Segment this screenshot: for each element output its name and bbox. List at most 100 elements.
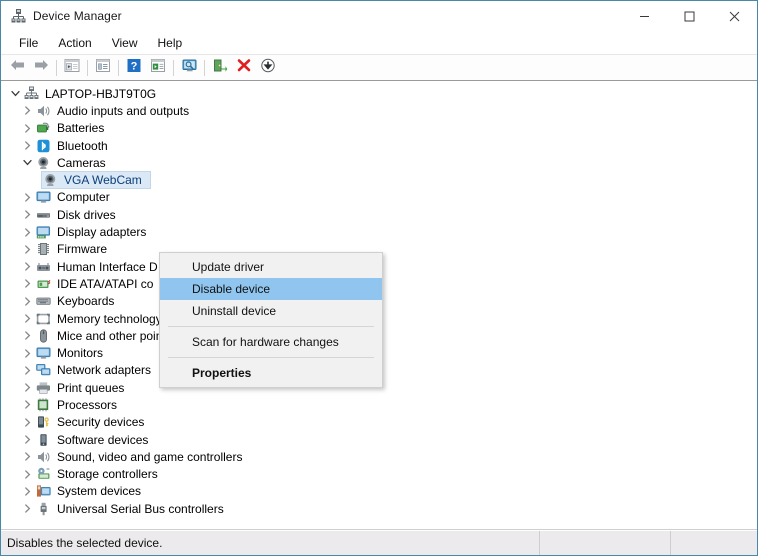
tree-root-item[interactable]: LAPTOP-HBJT9T0G: [7, 85, 757, 102]
disk-drive-icon: [35, 207, 52, 223]
minimize-button[interactable]: [622, 1, 667, 31]
tree-item-label: Bluetooth: [57, 138, 108, 153]
chevron-right-icon[interactable]: [19, 348, 35, 358]
console-tree-icon: [64, 58, 80, 78]
forward-button[interactable]: [29, 57, 53, 79]
ctx-properties[interactable]: Properties: [160, 362, 382, 384]
chevron-right-icon[interactable]: [19, 331, 35, 340]
chevron-right-icon[interactable]: [19, 279, 35, 289]
down-arrow-circle-icon: [260, 58, 276, 78]
close-button[interactable]: [712, 1, 757, 31]
window-controls: [622, 1, 757, 31]
chevron-right-icon[interactable]: [19, 504, 35, 513]
tree-item-label: Sound, video and game controllers: [57, 449, 243, 464]
context-menu-separator: [168, 326, 374, 327]
svg-text:?: ?: [131, 60, 138, 72]
chevron-right-icon[interactable]: [19, 435, 35, 444]
window-title: Device Manager: [33, 9, 122, 23]
tree-item-processors[interactable]: Processors: [7, 396, 757, 413]
disable-device-button[interactable]: [256, 57, 280, 79]
chevron-right-icon[interactable]: [19, 124, 35, 133]
ctx-update-driver[interactable]: Update driver: [160, 256, 382, 278]
details-pane-icon: [150, 58, 166, 78]
ctx-scan-hardware-changes[interactable]: Scan for hardware changes: [160, 331, 382, 353]
tree-item-sound-video-and-game-controllers[interactable]: Sound, video and game controllers: [7, 448, 757, 465]
uninstall-device-button[interactable]: [232, 57, 256, 79]
context-menu-separator: [168, 357, 374, 358]
bluetooth-icon: [35, 138, 52, 154]
chevron-right-icon[interactable]: [19, 193, 35, 202]
tree-item-label: Universal Serial Bus controllers: [57, 501, 224, 516]
menu-help[interactable]: Help: [149, 34, 192, 52]
tree-item-cameras[interactable]: Cameras: [7, 154, 757, 171]
tree-item-system-devices[interactable]: System devices: [7, 483, 757, 500]
tree-item-vga-webcam[interactable]: VGA WebCam: [41, 171, 151, 190]
update-driver-icon: [212, 58, 228, 78]
chevron-right-icon[interactable]: [19, 400, 35, 410]
device-manager-window: Device Manager File Action View Help ? L…: [0, 0, 758, 556]
tree-item-disk-drives[interactable]: Disk drives: [7, 206, 757, 223]
properties-button[interactable]: [91, 57, 115, 79]
tree-item-label: Software devices: [57, 432, 149, 447]
chevron-right-icon[interactable]: [19, 418, 35, 427]
ctx-item-label: Properties: [192, 366, 252, 380]
tree-item-label: Disk drives: [57, 207, 116, 222]
menu-view[interactable]: View: [103, 34, 147, 52]
toolbar-separator: [87, 59, 88, 76]
tree-item-label: Network adapters: [57, 363, 152, 378]
chevron-right-icon[interactable]: [19, 297, 35, 306]
tree-item-display-adapters[interactable]: Display adapters: [7, 223, 757, 240]
chevron-right-icon[interactable]: [19, 245, 35, 254]
menu-file[interactable]: File: [10, 34, 47, 52]
menu-action[interactable]: Action: [49, 34, 100, 52]
forward-arrow-icon: [33, 58, 50, 77]
processor-icon: [35, 397, 52, 413]
tree-item-security-devices[interactable]: Security devices: [7, 414, 757, 431]
chevron-right-icon[interactable]: [19, 470, 35, 479]
chevron-right-icon[interactable]: [19, 366, 35, 375]
tree-item-storage-controllers[interactable]: Storage controllers: [7, 466, 757, 483]
back-button[interactable]: [5, 57, 29, 79]
monitor-scan-icon: [181, 58, 198, 78]
chevron-right-icon[interactable]: [19, 314, 35, 323]
tree-item-universal-serial-bus-controllers[interactable]: Universal Serial Bus controllers: [7, 500, 757, 517]
tree-item-label: Firmware: [57, 242, 107, 257]
monitor-icon: [35, 345, 52, 361]
chevron-right-icon[interactable]: [19, 227, 35, 237]
toolbar-separator: [173, 59, 174, 76]
chevron-right-icon[interactable]: [19, 141, 35, 150]
tree-item-bluetooth[interactable]: Bluetooth: [7, 137, 757, 154]
status-panel-2: [539, 531, 671, 555]
mouse-icon: [35, 328, 52, 344]
maximize-button[interactable]: [667, 1, 712, 31]
speaker-icon: [35, 449, 52, 465]
scan-hardware-changes-button[interactable]: [177, 57, 201, 79]
help-button[interactable]: ?: [122, 57, 146, 79]
chevron-right-icon[interactable]: [19, 106, 35, 116]
update-driver-button[interactable]: [208, 57, 232, 79]
tree-item-batteries[interactable]: Batteries: [7, 120, 757, 137]
tree-item-label: Audio inputs and outputs: [57, 103, 190, 118]
ctx-item-label: Disable device: [192, 282, 271, 296]
battery-icon: [35, 120, 52, 136]
chevron-right-icon[interactable]: [19, 383, 35, 392]
menu-bar: File Action View Help: [1, 31, 757, 55]
tree-item-label: Human Interface D: [57, 259, 158, 274]
chevron-right-icon[interactable]: [19, 452, 35, 462]
tree-item-software-devices[interactable]: Software devices: [7, 431, 757, 448]
ctx-disable-device[interactable]: Disable device: [160, 278, 382, 300]
chevron-down-icon[interactable]: [7, 89, 23, 98]
device-tree-panel[interactable]: LAPTOP-HBJT9T0G Audio inputs and outputs: [1, 81, 757, 530]
tree-item-audio-inputs-and-outputs[interactable]: Audio inputs and outputs: [7, 102, 757, 119]
chevron-right-icon[interactable]: [19, 487, 35, 496]
tree-item-computer[interactable]: Computer: [7, 189, 757, 206]
ctx-uninstall-device[interactable]: Uninstall device: [160, 300, 382, 322]
memory-device-icon: [35, 311, 52, 327]
chevron-right-icon[interactable]: [19, 262, 35, 271]
chevron-down-icon[interactable]: [19, 158, 35, 167]
toolbar-separator: [204, 59, 205, 76]
tree-item-label: Security devices: [57, 415, 145, 430]
details-button[interactable]: [146, 57, 170, 79]
show-hide-console-tree-button[interactable]: [60, 57, 84, 79]
chevron-right-icon[interactable]: [19, 210, 35, 219]
